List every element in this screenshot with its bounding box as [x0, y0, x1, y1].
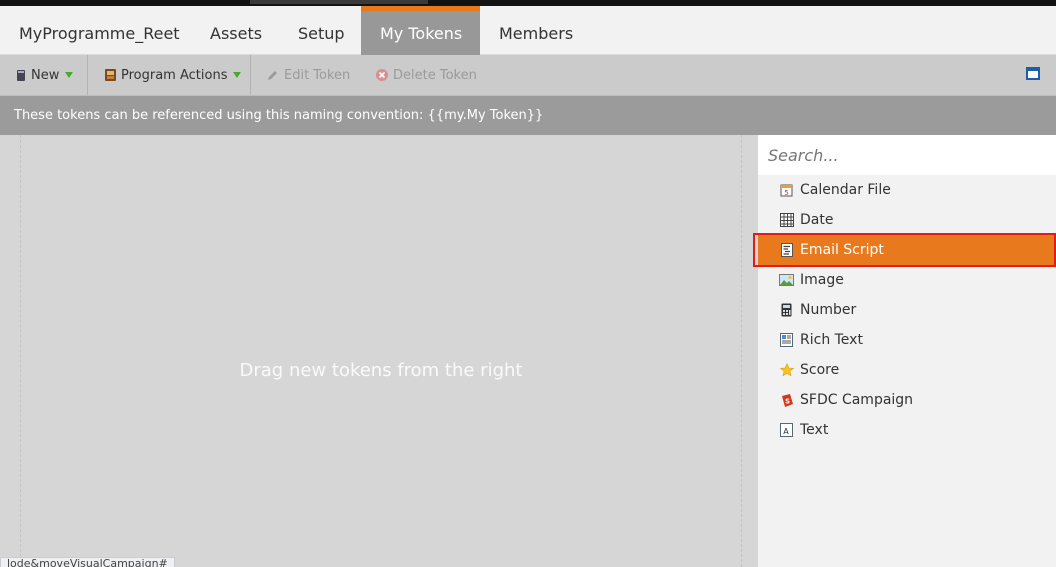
email-script-icon [779, 243, 794, 258]
naming-convention-text: These tokens can be referenced using thi… [14, 108, 544, 123]
program-actions-icon [105, 69, 116, 81]
panel-toggle-icon[interactable] [1026, 67, 1040, 80]
token-item-label: Date [800, 212, 834, 228]
new-doc-icon [17, 69, 25, 81]
token-item-calendar-file[interactable]: 5 Calendar File [758, 175, 1056, 205]
program-actions-label: Program Actions [121, 67, 228, 83]
delete-token-label: Delete Token [393, 67, 477, 83]
date-grid-icon [779, 213, 794, 228]
new-label: New [31, 67, 60, 83]
token-item-label: Image [800, 272, 844, 288]
tab-setup[interactable]: Setup [279, 6, 364, 55]
token-item-label: Text [800, 422, 829, 438]
svg-text:A: A [783, 427, 789, 436]
text-icon: A [779, 423, 794, 438]
chevron-down-icon [65, 72, 74, 78]
tab-assets[interactable]: Assets [191, 6, 281, 55]
program-actions-button[interactable]: Program Actions [104, 55, 242, 95]
token-item-score[interactable]: Score [758, 355, 1056, 385]
toolbar: New Program Actions Edit Token Delete To… [0, 55, 1056, 96]
chevron-down-icon [233, 72, 242, 78]
tab-program[interactable]: MyProgramme_Reet [0, 6, 199, 55]
token-item-image[interactable]: Image [758, 265, 1056, 295]
tab-my-tokens[interactable]: My Tokens [361, 6, 480, 55]
token-item-label: Calendar File [800, 182, 891, 198]
token-item-date[interactable]: Date [758, 205, 1056, 235]
token-item-label: Number [800, 302, 857, 318]
edit-token-button[interactable]: Edit Token [266, 55, 350, 95]
calendar-file-icon: 5 [779, 183, 794, 198]
token-item-label: Score [800, 362, 840, 378]
token-drop-zone[interactable]: Drag new tokens from the right [0, 135, 758, 567]
drop-zone-hint: Drag new tokens from the right [239, 360, 523, 381]
token-search-input[interactable] [758, 135, 1056, 175]
edit-token-label: Edit Token [284, 67, 351, 83]
pencil-icon [268, 70, 277, 80]
sfdc-campaign-icon: S [779, 393, 794, 408]
token-item-label: Email Script [800, 242, 884, 258]
delete-icon [376, 69, 388, 81]
status-url: lode&moveVisualCampaign# [0, 557, 175, 567]
new-button[interactable]: New [16, 55, 74, 95]
token-item-label: SFDC Campaign [800, 392, 914, 408]
token-item-number[interactable]: Number [758, 295, 1056, 325]
rich-text-icon [779, 333, 794, 348]
image-icon [779, 273, 794, 288]
tab-bar: MyProgramme_Reet Assets Setup My Tokens … [0, 6, 1056, 55]
token-item-email-script[interactable]: Email Script [753, 233, 1056, 267]
selection-highlight [753, 233, 1056, 267]
svg-text:S: S [784, 397, 789, 405]
delete-token-button[interactable]: Delete Token [375, 55, 477, 95]
token-item-sfdc-campaign[interactable]: S SFDC Campaign [758, 385, 1056, 415]
naming-convention-bar: These tokens can be referenced using thi… [0, 96, 1056, 135]
token-item-label: Rich Text [800, 332, 863, 348]
tab-members[interactable]: Members [480, 6, 592, 55]
star-icon [779, 363, 794, 378]
svg-text:5: 5 [784, 189, 788, 197]
token-item-rich-text[interactable]: Rich Text [758, 325, 1056, 355]
token-item-text[interactable]: A Text [758, 415, 1056, 445]
token-palette: 5 Calendar File Date Email Script Image [753, 135, 1056, 567]
calculator-icon [779, 303, 794, 318]
